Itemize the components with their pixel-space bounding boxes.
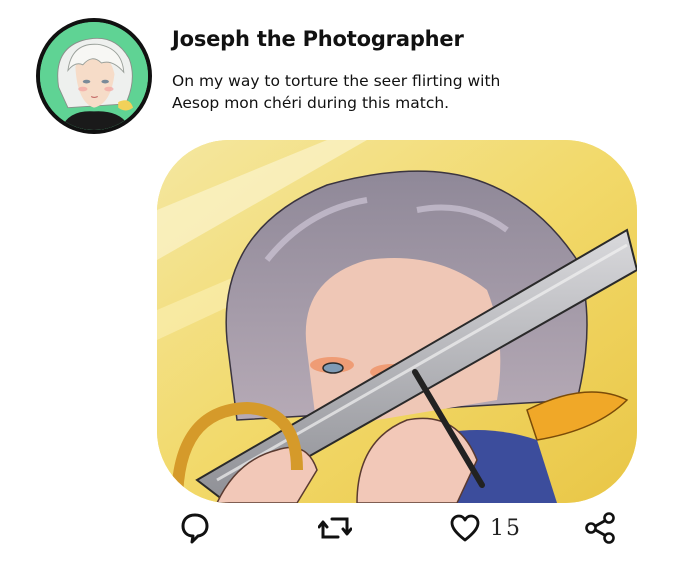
speech-bubble-icon [181,513,209,544]
repost-arrows-icon [318,517,352,539]
post-image[interactable] [157,140,637,503]
post-text: On my way to torture the seer flirting w… [172,72,501,112]
action-bar: 15 [0,505,680,555]
share-button[interactable] [584,505,616,551]
avatar-illustration [40,22,148,130]
artwork-illustration [157,140,637,503]
like-count: 15 [490,515,522,541]
heart-icon [450,514,480,542]
avatar[interactable] [36,18,152,134]
username[interactable]: Joseph the Photographer [172,27,464,51]
like-button[interactable]: 15 [450,505,522,551]
share-nodes-icon [585,512,615,544]
repost-button[interactable] [318,505,352,551]
reply-button[interactable] [180,505,210,551]
